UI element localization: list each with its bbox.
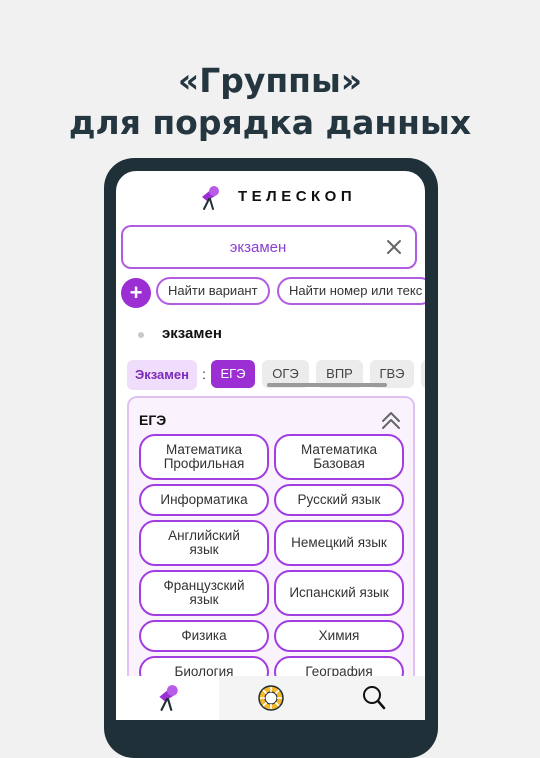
subject-english[interactable]: Английский язык: [139, 520, 269, 566]
exam-filter-row: Экзамен : ЕГЭ ОГЭ ВПР ГВЭ: [116, 359, 425, 393]
subject-chemistry[interactable]: Химия: [274, 620, 404, 652]
chevron-up-double-icon[interactable]: [379, 408, 403, 432]
subject-physics[interactable]: Физика: [139, 620, 269, 652]
headline-line-2: для порядка данных: [68, 103, 472, 142]
filter-separator: :: [202, 366, 206, 382]
quick-actions-row: + Найти вариант Найти номер или текс: [116, 275, 425, 309]
sun-icon: [258, 685, 284, 711]
tab-more[interactable]: [421, 360, 425, 388]
app-screen: ТЕЛЕСКОП экзамен + Найти вариант Найти н…: [116, 171, 425, 720]
search-icon: [363, 686, 386, 710]
app-title: ТЕЛЕСКОП: [238, 188, 357, 205]
breadcrumb-text: экзамен: [162, 325, 222, 342]
promo-headline: «Группы» для порядка данных: [0, 60, 540, 144]
search-field[interactable]: экзамен: [121, 225, 417, 269]
nav-item-sun[interactable]: [219, 676, 322, 720]
headline-line-1: «Группы»: [177, 61, 363, 100]
chip-find-variant[interactable]: Найти вариант: [156, 277, 270, 305]
group-title: ЕГЭ: [139, 412, 167, 428]
horizontal-scrollbar[interactable]: [267, 383, 387, 387]
telescope-icon: [202, 186, 219, 210]
subject-math-profile[interactable]: Математика Профильная: [139, 434, 269, 480]
subject-informatics[interactable]: Информатика: [139, 484, 269, 516]
subject-russian[interactable]: Русский язык: [274, 484, 404, 516]
subject-german[interactable]: Немецкий язык: [274, 520, 404, 566]
tab-ege[interactable]: ЕГЭ: [211, 360, 255, 388]
chip-find-number[interactable]: Найти номер или текс: [277, 277, 425, 305]
app-header: ТЕЛЕСКОП: [116, 185, 425, 211]
subject-math-basic[interactable]: Математика Базовая: [274, 434, 404, 480]
bullet-dot: [138, 332, 144, 338]
bottom-navigation: [116, 676, 425, 720]
add-button[interactable]: +: [121, 278, 151, 308]
subject-french[interactable]: Французский язык: [139, 570, 269, 616]
group-panel-ege: ЕГЭ Математика Профильная Математика Баз…: [127, 396, 415, 720]
filter-label[interactable]: Экзамен: [127, 360, 197, 390]
nav-item-telescope[interactable]: [116, 676, 219, 720]
telescope-icon: [159, 685, 178, 711]
search-input[interactable]: экзамен: [123, 239, 393, 256]
close-icon[interactable]: [383, 236, 405, 258]
nav-item-search[interactable]: [322, 676, 425, 720]
subject-spanish[interactable]: Испанский язык: [274, 570, 404, 616]
